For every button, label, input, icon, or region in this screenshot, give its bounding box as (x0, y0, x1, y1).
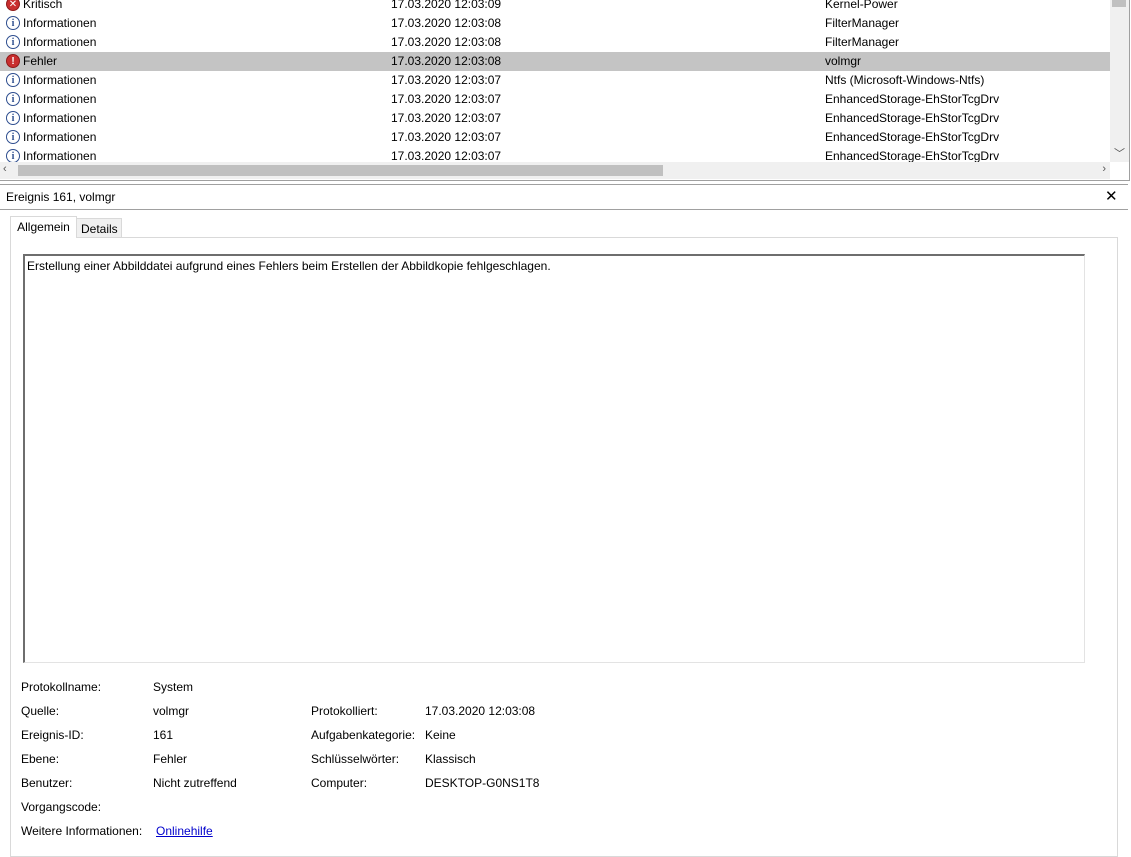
info-icon: i (6, 92, 20, 106)
event-id-value: 161 (153, 728, 174, 742)
horizontal-scroll-thumb[interactable] (18, 165, 663, 176)
event-date: 17.03.2020 12:03:08 (391, 35, 502, 49)
event-source: EnhancedStorage-EhStorTcgDrv (825, 111, 1000, 125)
horizontal-scrollbar[interactable]: ‹ › (0, 162, 1110, 179)
event-row[interactable]: i Informationen 17.03.2020 12:03:07 Ntfs (M… (0, 71, 1110, 90)
logged-label: Protokolliert: (311, 704, 378, 718)
event-message-box[interactable]: Erstellung einer Abbilddatei aufgrund ei… (23, 254, 1085, 663)
scroll-down-arrow-icon[interactable]: ﹀ (1110, 145, 1129, 161)
event-level: Informationen (23, 130, 97, 144)
info-icon: i (6, 149, 20, 163)
error-icon: ! (6, 54, 20, 68)
critical-icon: ✕ (6, 0, 20, 11)
event-source: volmgr (825, 54, 862, 68)
user-value: Nicht zutreffend (153, 776, 237, 790)
event-level: Informationen (23, 92, 97, 106)
close-icon[interactable]: ✕ (1105, 187, 1118, 205)
event-row[interactable]: ! Fehler 17.03.2020 12:03:08 volmgr (0, 52, 1110, 71)
computer-value: DESKTOP-G0NS1T8 (425, 776, 540, 790)
event-row[interactable]: ✕ Kritisch 17.03.2020 12:03:09 Kernel-Power (0, 0, 1110, 14)
source-label: Quelle: (21, 704, 60, 718)
event-level: Informationen (23, 35, 97, 49)
event-list: ✕ Kritisch 17.03.2020 12:03:09 Kernel-Power… (0, 0, 1130, 181)
event-date: 17.03.2020 12:03:07 (391, 130, 502, 144)
vertical-scroll-thumb[interactable] (1112, 0, 1126, 7)
task-category-value: Keine (425, 728, 456, 742)
event-message-text: Erstellung einer Abbilddatei aufgrund ei… (27, 259, 551, 273)
event-level: Informationen (23, 16, 97, 30)
event-level: Informationen (23, 73, 97, 87)
event-source: Kernel-Power (825, 0, 898, 11)
computer-label: Computer: (311, 776, 368, 790)
scroll-right-arrow-icon[interactable]: › (1102, 163, 1106, 175)
info-icon: i (6, 35, 20, 49)
log-name-value: System (153, 680, 194, 694)
event-level: Fehler (23, 54, 58, 68)
event-level: Kritisch (23, 0, 63, 11)
event-source: EnhancedStorage-EhStorTcgDrv (825, 92, 1000, 106)
vertical-scrollbar[interactable]: ﹀ (1110, 0, 1129, 162)
task-category-label: Aufgabenkategorie: (311, 728, 416, 742)
event-row[interactable]: i Informationen 17.03.2020 12:03:07 Enhance… (0, 90, 1110, 109)
log-name-label: Protokollname: (21, 680, 102, 694)
tab-details[interactable]: Details (77, 218, 122, 238)
event-date: 17.03.2020 12:03:07 (391, 73, 502, 87)
source-value: volmgr (153, 704, 190, 718)
event-rows: ✕ Kritisch 17.03.2020 12:03:09 Kernel-Power… (0, 0, 1110, 166)
online-help-link[interactable]: Onlinehilfe (156, 824, 213, 838)
event-source: Ntfs (Microsoft-Windows-Ntfs) (825, 73, 985, 87)
logged-value: 17.03.2020 12:03:08 (425, 704, 536, 718)
event-row[interactable]: i Informationen 17.03.2020 12:03:07 Enhance… (0, 109, 1110, 128)
event-date: 17.03.2020 12:03:07 (391, 92, 502, 106)
event-detail-header: Ereignis 161, volmgr ✕ (0, 184, 1128, 210)
event-date: 17.03.2020 12:03:07 (391, 111, 502, 125)
scroll-left-arrow-icon[interactable]: ‹ (3, 163, 7, 175)
event-id-label: Ereignis-ID: (21, 728, 84, 742)
event-date: 17.03.2020 12:03:08 (391, 16, 502, 30)
keywords-value: Klassisch (425, 752, 476, 766)
event-row[interactable]: i Informationen 17.03.2020 12:03:08 FilterM… (0, 14, 1110, 33)
tab-strip: Allgemein Details (0, 216, 1131, 238)
user-label: Benutzer: (21, 776, 73, 790)
opcode-label: Vorgangscode: (21, 800, 102, 814)
info-icon: i (6, 73, 20, 87)
info-icon: i (6, 130, 20, 144)
level-label: Ebene: (21, 752, 60, 766)
event-row[interactable]: i Informationen 17.03.2020 12:03:07 Enhance… (0, 128, 1110, 147)
more-info-label: Weitere Informationen: (21, 824, 143, 838)
event-detail-title: Ereignis 161, volmgr (6, 190, 116, 204)
event-source: FilterManager (825, 16, 900, 30)
event-level: Informationen (23, 111, 97, 125)
tab-general[interactable]: Allgemein (10, 216, 77, 238)
event-date: 17.03.2020 12:03:09 (391, 0, 502, 11)
info-icon: i (6, 16, 20, 30)
info-icon: i (6, 111, 20, 125)
level-value: Fehler (153, 752, 188, 766)
event-date: 17.03.2020 12:03:08 (391, 54, 502, 68)
event-source: FilterManager (825, 35, 900, 49)
keywords-label: Schlüsselwörter: (311, 752, 400, 766)
event-row[interactable]: i Informationen 17.03.2020 12:03:08 FilterM… (0, 33, 1110, 52)
event-source: EnhancedStorage-EhStorTcgDrv (825, 130, 1000, 144)
